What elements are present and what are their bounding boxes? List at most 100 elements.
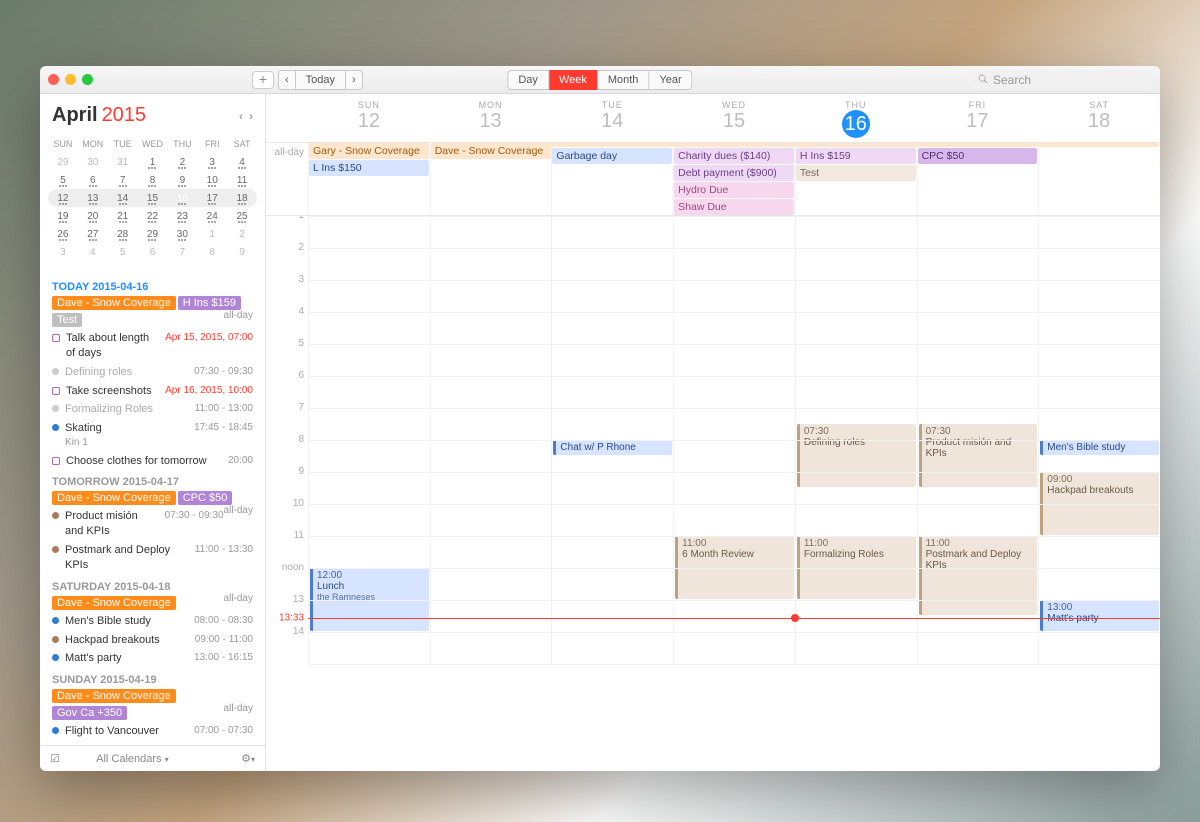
mini-next-button[interactable]: › [249,109,253,123]
allday-event[interactable]: CPC $50 [918,148,1038,164]
mini-day[interactable]: 14 [108,193,138,204]
mini-day[interactable]: 3 [48,247,78,258]
next-week-button[interactable]: › [346,70,363,90]
allday-column[interactable]: CPC $50 [917,143,1039,215]
agenda-item[interactable]: Postmark and Deploy KPIs11:00 - 13:30 [52,543,253,573]
search-input[interactable]: Search [972,70,1152,90]
mini-day[interactable]: 16 [167,193,197,204]
agenda-item[interactable]: SkatingKin 117:45 - 18:45 [52,421,253,449]
allday-column[interactable]: Garbage day [551,143,673,215]
mini-day[interactable]: 6 [138,247,168,258]
calendar-event[interactable]: 11:00Postmark and Deploy KPIs [919,536,1038,615]
mini-day[interactable]: 5 [108,247,138,258]
calendar-event[interactable]: 13:00Matt's party [1040,600,1159,631]
mini-day[interactable]: 19 [48,211,78,222]
minimize-icon[interactable] [65,74,76,85]
event-chip[interactable]: Gov Ca +350 [52,706,127,720]
day-header[interactable]: THU16 [795,94,917,142]
allday-event[interactable]: Charity dues ($140) [674,148,794,164]
mini-day[interactable]: 29 [48,157,78,168]
mini-day[interactable]: 23 [167,211,197,222]
gear-icon[interactable]: ⚙︎▾ [241,752,255,765]
calendar-event[interactable]: 07:30Product misión and KPIs [919,424,1038,487]
allday-event[interactable]: Dave - Snow Coverage [431,143,553,159]
agenda-item[interactable]: Take screenshotsApr 16, 2015, 10:00 [52,384,253,399]
mini-day[interactable]: 6 [78,175,108,186]
agenda-item[interactable]: Hackpad breakouts09:00 - 11:00 [52,633,253,648]
mini-day[interactable]: 13 [78,193,108,204]
mini-day[interactable]: 5 [48,175,78,186]
view-tab-month[interactable]: Month [598,70,650,90]
event-chip[interactable]: Dave - Snow Coverage [52,296,176,310]
agenda-item[interactable]: Matt's party13:00 - 16:15 [52,651,253,666]
agenda-item[interactable]: Talk about length of daysApr 15, 2015, 0… [52,331,253,361]
allday-event[interactable] [1039,143,1159,147]
allday-column[interactable]: Gary - Snow CoverageL Ins $150 [308,143,430,215]
allday-event[interactable]: Test [796,165,916,181]
allday-event[interactable]: Shaw Due [674,199,794,215]
mini-day[interactable]: 20 [78,211,108,222]
day-header[interactable]: WED15 [673,94,795,142]
event-chip[interactable]: Dave - Snow Coverage [52,689,176,703]
day-header[interactable]: SUN12 [308,94,430,142]
allday-event[interactable] [552,143,674,147]
mini-day[interactable]: 26 [48,229,78,240]
agenda-item[interactable]: Formalizing Roles11:00 - 13:00 [52,402,253,417]
mini-day[interactable]: 1 [138,157,168,168]
mini-day[interactable]: 28 [108,229,138,240]
agenda-item[interactable]: Flight to Vancouver07:00 - 07:30 [52,724,253,739]
allday-event[interactable]: H Ins $159 [796,148,916,164]
event-chip[interactable]: Dave - Snow Coverage [52,596,176,610]
mini-day[interactable]: 31 [108,157,138,168]
mini-day[interactable]: 4 [78,247,108,258]
allday-event[interactable]: Gary - Snow Coverage [309,143,429,159]
view-tab-day[interactable]: Day [507,70,549,90]
mini-day[interactable]: 27 [78,229,108,240]
allday-event[interactable] [796,143,918,147]
mini-day[interactable]: 10 [197,175,227,186]
add-event-button[interactable]: + [252,71,274,89]
mini-day[interactable]: 11 [227,175,257,186]
mini-day[interactable]: 18 [227,193,257,204]
mini-day[interactable]: 17 [197,193,227,204]
checkmark-icon[interactable]: ☑︎ [50,752,60,765]
mini-day[interactable]: 15 [138,193,168,204]
mini-day[interactable]: 2 [227,229,257,240]
day-header[interactable]: MON13 [430,94,552,142]
checkbox-icon[interactable] [52,387,60,395]
prev-week-button[interactable]: ‹ [278,70,296,90]
calendar-event[interactable]: 07:30Defining roles [797,424,916,487]
mini-day[interactable]: 22 [138,211,168,222]
mini-day[interactable]: 8 [197,247,227,258]
calendar-event[interactable]: Chat w/ P Rhone [553,440,672,455]
agenda-item[interactable]: Men's Bible study08:00 - 08:30 [52,614,253,629]
event-chip[interactable]: CPC $50 [178,491,233,505]
mini-day[interactable]: 30 [167,229,197,240]
event-chip[interactable]: Test [52,313,82,327]
allday-event[interactable] [674,143,796,147]
allday-event[interactable]: Hydro Due [674,182,794,198]
day-header[interactable]: SAT18 [1038,94,1160,142]
mini-day[interactable]: 25 [227,211,257,222]
mini-day[interactable]: 21 [108,211,138,222]
today-button[interactable]: Today [296,70,346,90]
allday-event[interactable]: L Ins $150 [309,160,429,176]
mini-day[interactable]: 3 [197,157,227,168]
allday-column[interactable]: Dave - Snow Coverage [430,143,552,215]
mini-day[interactable]: 12 [48,193,78,204]
mini-day[interactable]: 7 [108,175,138,186]
checkbox-icon[interactable] [52,457,60,465]
mini-day[interactable]: 1 [197,229,227,240]
agenda-list[interactable]: TODAY 2015-04-16Dave - Snow CoverageH In… [40,267,265,745]
allday-event[interactable] [918,143,1040,147]
mini-day[interactable]: 7 [167,247,197,258]
mini-day[interactable]: 29 [138,229,168,240]
allday-column[interactable] [1038,143,1160,215]
close-icon[interactable] [48,74,59,85]
mini-day[interactable]: 30 [78,157,108,168]
zoom-icon[interactable] [82,74,93,85]
view-tab-week[interactable]: Week [549,70,598,90]
mini-day[interactable]: 4 [227,157,257,168]
event-chip[interactable]: H Ins $159 [178,296,241,310]
window-controls[interactable] [48,74,93,85]
